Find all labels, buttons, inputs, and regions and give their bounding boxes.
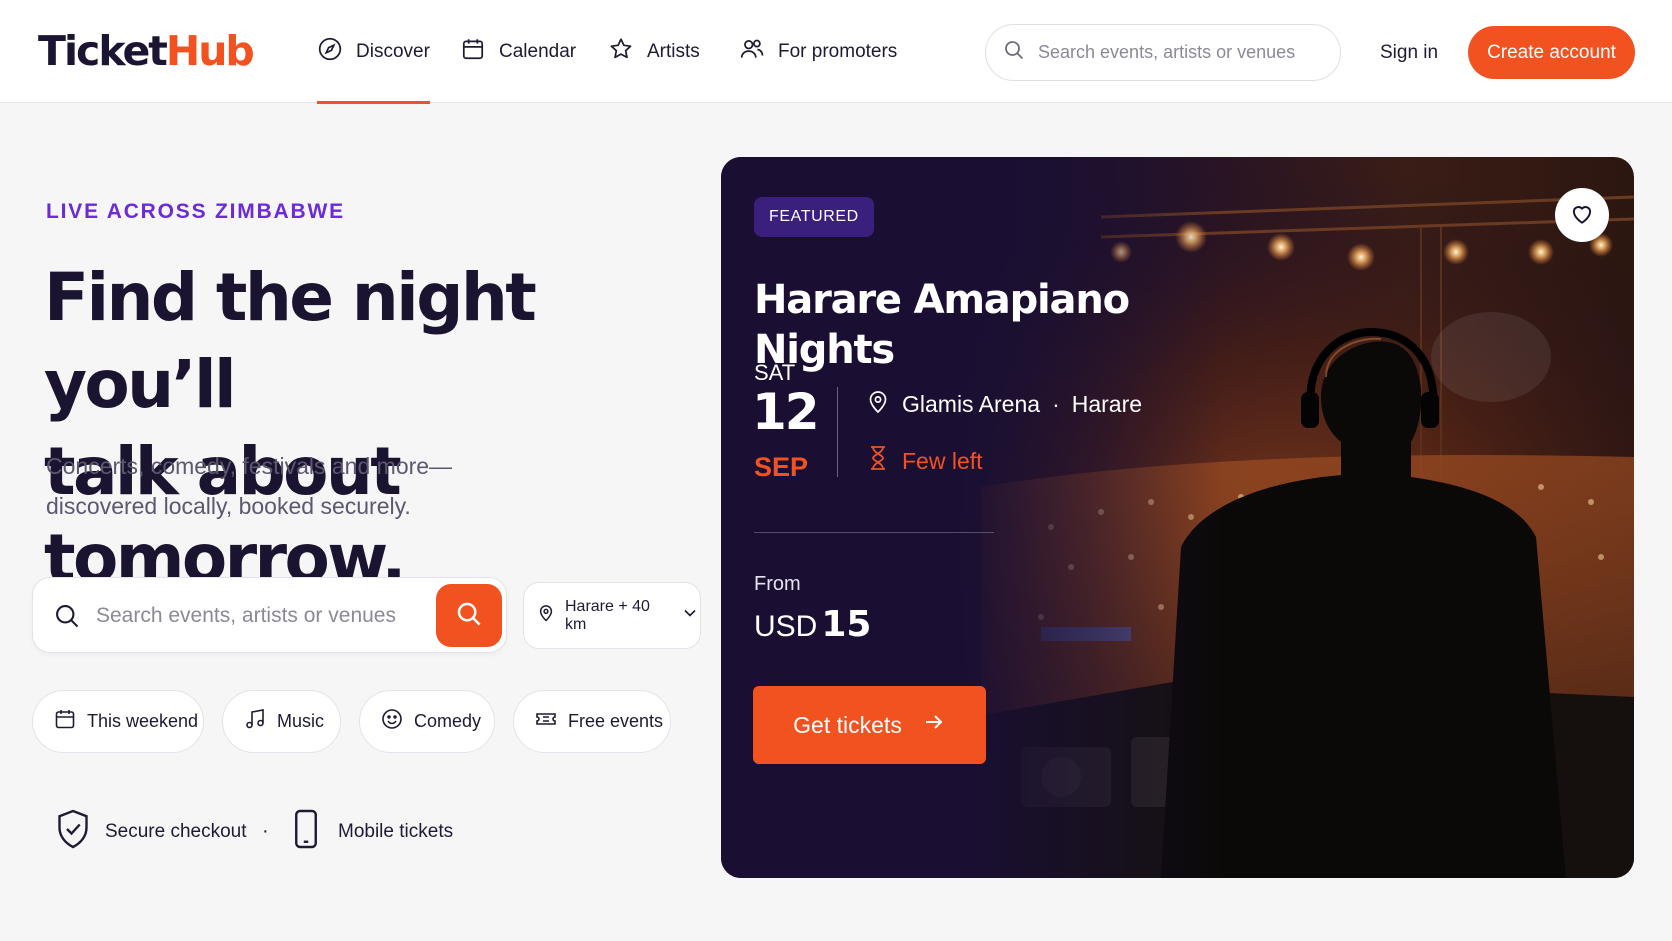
chevron-down-icon	[680, 603, 700, 628]
star-icon	[608, 36, 634, 68]
headline-line-1: Find the night you’ll	[44, 259, 537, 423]
hourglass-icon	[866, 445, 890, 477]
nav-search-bar[interactable]	[985, 24, 1341, 81]
create-account-button[interactable]: Create account	[1468, 26, 1635, 79]
nav-for-promoters-label: For promoters	[778, 40, 898, 62]
venue-separator: ·	[1052, 390, 1060, 417]
chip-comedy[interactable]: Comedy	[359, 690, 495, 753]
price-currency: USD	[754, 610, 818, 643]
nav-search-input[interactable]	[1038, 42, 1328, 63]
chip-music[interactable]: Music	[222, 690, 341, 753]
map-pin-icon	[536, 603, 556, 628]
nav-artists-label: Artists	[647, 40, 700, 62]
nav-calendar-label: Calendar	[499, 40, 577, 62]
event-month: SEP	[754, 452, 809, 482]
hero-search-input[interactable]	[96, 598, 416, 634]
compass-icon	[317, 36, 343, 68]
smartphone-icon	[288, 808, 324, 856]
venue-city: Harare	[1071, 390, 1143, 417]
trust-mobile-tickets: Mobile tickets	[288, 808, 454, 856]
venue-name: Glamis Arena	[902, 390, 1041, 417]
search-icon	[53, 602, 81, 630]
calendar-icon	[53, 707, 77, 736]
mobile-tickets-label: Mobile tickets	[338, 821, 454, 842]
ticket-icon	[534, 707, 558, 736]
nav-calendar[interactable]: Calendar	[460, 0, 576, 103]
chip-music-label: Music	[277, 711, 325, 731]
date-divider	[837, 387, 838, 477]
calendar-icon	[460, 36, 486, 68]
trust-secure-checkout: Secure checkout	[55, 808, 247, 856]
users-icon	[739, 36, 765, 68]
chip-free-events[interactable]: Free events	[513, 690, 671, 753]
event-venue: Glamis Arena · Harare	[866, 388, 1142, 420]
chip-comedy-label: Comedy	[414, 711, 482, 731]
nav-for-promoters[interactable]: For promoters	[739, 0, 897, 103]
chip-free-events-label: Free events	[568, 711, 664, 731]
subcopy-line-1: Concerts, comedy, festivals and more—	[46, 453, 453, 479]
card-gradient-overlay	[721, 157, 1634, 878]
price-divider	[754, 532, 994, 533]
hero-subcopy: Concerts, comedy, festivals and more— di…	[46, 446, 466, 526]
heart-icon	[1569, 201, 1595, 230]
featured-badge: FEATURED	[754, 197, 874, 237]
price-amount: 15	[821, 604, 872, 645]
logo-text-hub: Hub	[165, 27, 255, 75]
nav-discover-label: Discover	[356, 40, 430, 62]
chip-this-weekend-label: This weekend	[87, 711, 199, 731]
location-select[interactable]: Harare + 40 km	[523, 582, 701, 649]
hero-search-button[interactable]	[436, 584, 502, 647]
shield-check-icon	[55, 808, 91, 856]
top-nav: TicketHub Discover Calendar Artists For …	[0, 0, 1672, 104]
hero-search-bar	[32, 577, 507, 653]
availability-label: Few left	[902, 447, 983, 474]
get-tickets-label: Get tickets	[793, 711, 902, 738]
arrow-right-icon	[922, 710, 946, 740]
smiley-icon	[380, 707, 404, 736]
chip-this-weekend[interactable]: This weekend	[32, 690, 204, 753]
favorite-button[interactable]	[1555, 188, 1609, 242]
search-icon	[1002, 38, 1026, 67]
event-availability: Few left	[866, 445, 983, 477]
music-note-icon	[243, 707, 267, 736]
get-tickets-button[interactable]: Get tickets	[753, 686, 986, 764]
hero-headline: Find the night you’ll talk about tomorro…	[44, 254, 684, 602]
hero-eyebrow: LIVE ACROSS ZIMBABWE	[46, 200, 345, 223]
map-pin-icon	[866, 388, 890, 420]
subcopy-line-2: discovered locally, booked securely.	[46, 493, 411, 519]
price-from-label: From	[754, 573, 801, 595]
search-icon	[454, 599, 484, 632]
nav-artists[interactable]: Artists	[608, 0, 700, 103]
secure-checkout-label: Secure checkout	[105, 821, 247, 842]
ticket-hub-logo[interactable]: TicketHub	[38, 26, 255, 76]
trust-separator: ·	[262, 820, 269, 842]
nav-discover[interactable]: Discover	[317, 0, 430, 104]
event-price: USD 15	[754, 604, 871, 645]
location-value: Harare + 40 km	[565, 597, 650, 633]
sign-in-button[interactable]: Sign in	[1380, 35, 1438, 71]
logo-text-ticket: Ticket	[38, 27, 168, 75]
event-date: 12	[752, 383, 820, 441]
event-title: Harare Amapiano Nights	[754, 277, 1130, 373]
featured-event-card[interactable]: FEATURED Harare Amapiano Nights SAT 12 S…	[721, 157, 1634, 878]
